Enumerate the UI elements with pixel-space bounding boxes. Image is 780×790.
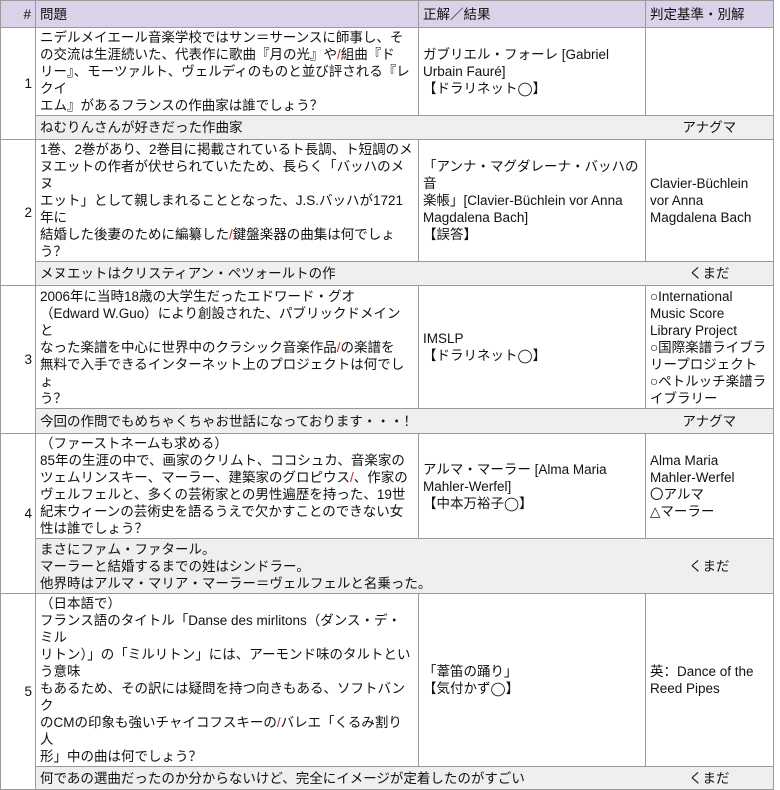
question-row: 1 ニデルメイエール音楽学校ではサン＝サーンスに師事し、そ の交流は生涯続いた、代…	[0, 27, 774, 140]
answer-result: ガブリエル・フォーレ [Gabriel Urbain Fauré] 【ドラリネッ…	[418, 27, 646, 116]
slash-mark: /	[349, 470, 354, 485]
comment-row: まさにファム・ファタール。 マーラーと結婚するまでの姓はシンドラー。 他界時はア…	[1, 538, 774, 594]
header-row: # 問題 正解／結果 判定基準・別解	[0, 0, 774, 28]
slash-mark: /	[336, 339, 341, 355]
answer-result: 「葦笛の踊り」 【気付かず◯】	[418, 593, 646, 767]
criteria: ○International Music Score Library Proje…	[645, 285, 774, 409]
row-number: 4	[0, 433, 36, 594]
row-number: 2	[0, 139, 36, 286]
question-text: ニデルメイエール音楽学校ではサン＝サーンスに師事し、そ の交流は生涯続いた、代表…	[35, 27, 419, 116]
header-question: 問題	[35, 0, 419, 28]
quiz-table: # 問題 正解／結果 判定基準・別解 1 ニデルメイエール音楽学校ではサン＝サーン…	[0, 0, 774, 790]
question-row: 5 （日本語で） フランス語のタイトル「Danse des mirlitons（ダ…	[0, 593, 774, 790]
comment-text: まさにファム・ファタール。 マーラーと結婚するまでの姓はシンドラー。 他界時はア…	[35, 538, 646, 594]
row-number: 3	[0, 285, 36, 434]
criteria	[645, 27, 774, 116]
comment-text: 今回の作問でもめちゃくちゃお世話になっております・・・！	[35, 408, 646, 434]
comment-row: 何であの選曲だったのか分からないけど、完全にイメージが定着したのがすごい くまだ	[1, 766, 774, 790]
criteria: 英：Dance of the Reed Pipes	[645, 593, 774, 767]
header-criteria: 判定基準・別解	[645, 0, 774, 28]
question-text: （日本語で） フランス語のタイトル「Danse des mirlitons（ダン…	[35, 593, 419, 767]
question-text: 2006年に当時18歳の大学生だったエドワード・グオ （Edward W.Guo…	[35, 285, 419, 409]
comment-text: 何であの選曲だったのか分からないけど、完全にイメージが定着したのがすごい	[35, 766, 646, 790]
answer-result: アルマ・マーラー [Alma Maria Mahler-Werfel] 【中本万…	[418, 433, 646, 539]
comment-row: メヌエットはクリスティアン・ペツォールトの作 くまだ	[1, 261, 774, 286]
comment-text: ねむりんさんが好きだった作曲家	[35, 115, 646, 140]
question-row: 4 （ファーストネームも求める） 85年の生涯の中で、画家のクリムト、ココシュカ、…	[0, 433, 774, 594]
question-text: （ファーストネームも求める） 85年の生涯の中で、画家のクリムト、ココシュカ、音…	[35, 433, 419, 539]
comment-text: メヌエットはクリスティアン・ペツォールトの作	[35, 261, 646, 286]
row-number: 1	[0, 27, 36, 140]
answer-result: IMSLP 【ドラリネット◯】	[418, 285, 646, 409]
criteria: Clavier-Büchlein vor Anna Magdalena Bach	[645, 139, 774, 262]
comment-author: くまだ	[645, 538, 774, 594]
comment-author: くまだ	[645, 766, 774, 790]
slash-mark: /	[276, 715, 281, 730]
question-row: 3 2006年に当時18歳の大学生だったエドワード・グオ （Edward W.Gu…	[0, 285, 774, 434]
header-num: #	[0, 0, 36, 28]
comment-row: ねむりんさんが好きだった作曲家 アナグマ	[1, 115, 774, 140]
criteria: Alma Maria Mahler-Werfel 〇アルマ △マーラー	[645, 433, 774, 539]
slash-mark: /	[337, 47, 341, 62]
question-text: 1巻、2巻があり、2巻目に掲載されているト長調、ト短調のメ ヌエットの作者が伏せ…	[35, 139, 419, 262]
comment-author: アナグマ	[645, 115, 774, 140]
question-row: 2 1巻、2巻があり、2巻目に掲載されているト長調、ト短調のメ ヌエットの作者が伏…	[0, 139, 774, 286]
header-answer: 正解／結果	[418, 0, 646, 28]
answer-result: 「アンナ・マグダレーナ・バッハの音 楽帳」[Clavier-Büchlein v…	[418, 139, 646, 262]
comment-author: くまだ	[645, 261, 774, 286]
comment-row: 今回の作問でもめちゃくちゃお世話になっております・・・！ アナグマ	[1, 408, 774, 434]
slash-mark: /	[229, 227, 233, 242]
row-number: 5	[0, 593, 36, 790]
comment-author: アナグマ	[645, 408, 774, 434]
